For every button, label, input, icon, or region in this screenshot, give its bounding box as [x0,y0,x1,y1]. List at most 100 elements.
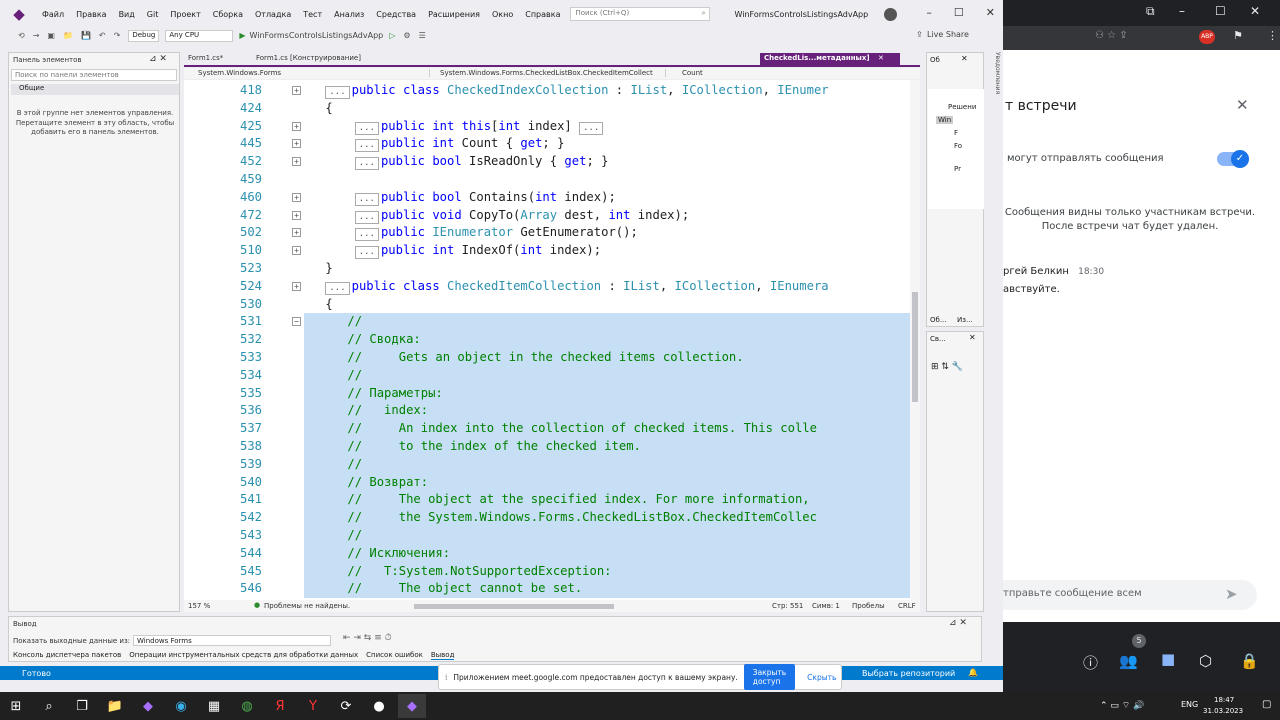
visual-studio-active-icon[interactable]: ◆ [398,694,426,718]
nav-namespace[interactable]: System.Windows.Forms [198,69,430,77]
language-indicator[interactable]: ENG [1181,700,1198,709]
properties-sort-icon[interactable]: ⊞ ⇅ 🔧 [931,362,963,372]
browser-minimize-icon[interactable]: – [1179,4,1185,18]
menu-item-12[interactable]: Справка [519,10,566,19]
toolbox-search-input[interactable]: Поиск по панели элементов [11,69,177,81]
chat-close-icon[interactable]: ✕ [1236,96,1249,114]
tray-icons[interactable]: ⌃ ▭ ⌔ 🔊 [1100,700,1144,711]
toolbox-pin-icon[interactable]: ⊿ ✕ [149,54,167,64]
editor-scroll-thumb[interactable] [912,292,918,402]
taskbar-date[interactable]: 31.03.2023 [1203,707,1243,715]
yandex-browser-icon[interactable]: Y [299,694,327,718]
run-button[interactable]: WinFormsControlsListingsAdvApp [250,31,384,40]
nav-member[interactable]: Count [682,69,703,77]
menu-item-1[interactable]: Правка [70,10,112,19]
tab-checkedlistbox-metadata[interactable]: CheckedLis...метаданных] ✕ [760,53,900,65]
live-share-button[interactable]: Live Share [927,30,969,39]
stop-sharing-button[interactable]: Закрыть доступ [743,664,796,690]
problems-status[interactable]: Проблемы не найдены. [264,602,350,610]
notifications-bell-icon[interactable]: 🔔 [968,668,978,677]
output-toolbar-icons[interactable]: ⇤ ⇥ ⇆ ≡ ⏱ [343,633,392,643]
menu-item-7[interactable]: Тест [297,10,328,19]
browser-menu-icon[interactable]: ⋮ [1267,29,1278,42]
allow-messages-toggle[interactable]: ✓ [1217,150,1249,168]
yandex-icon[interactable]: Я [266,694,294,718]
solution-close-icon[interactable]: ✕ [961,54,968,63]
menu-item-4[interactable]: Проект [164,10,206,19]
output-tab-3[interactable]: Вывод [430,651,455,660]
output-tab-2[interactable]: Список ошибок [366,651,423,660]
notifications-side-tab[interactable]: Уведомления [989,52,1001,612]
tree-node-fo[interactable]: Fo [954,142,962,150]
properties-close-icon[interactable]: ✕ [969,333,976,342]
select-repository-button[interactable]: Выбрать репозиторий [862,669,955,678]
close-icon[interactable]: ✕ [986,6,995,19]
output-tab-1[interactable]: Операции инструментальных средств для об… [129,651,358,660]
toolbar-misc-icon[interactable]: ☰ [419,31,426,40]
participants-icon[interactable]: 👥 [1119,652,1138,670]
spaces-indicator[interactable]: Пробелы [852,602,885,610]
eol-indicator[interactable]: CRLF [898,602,916,610]
menu-item-0[interactable]: Файл [36,10,70,19]
tree-node-f[interactable]: F [954,129,958,137]
undo-icon[interactable]: ↶ [99,31,106,40]
zoom-level[interactable]: 157 % [188,602,210,610]
save-icon[interactable]: 💾 [81,31,91,40]
toolbar-tools-icon[interactable]: ⚙ [403,31,410,40]
toolbox-group-general[interactable]: Общие [11,84,179,95]
notification-center-icon[interactable]: ▢ [1262,699,1271,710]
tab-close-icon[interactable]: ✕ [878,54,884,62]
avatar[interactable] [884,8,897,21]
hide-share-bar-button[interactable]: Скрыть [807,673,836,682]
solution-tab[interactable]: Об [930,56,940,64]
project-node[interactable]: Win [936,116,954,124]
adblock-icon[interactable]: ABP [1199,30,1215,44]
search-input[interactable]: Поиск (Ctrl+Q) ⌕ [570,7,711,21]
tab-search-icon[interactable]: ⧉ [1146,4,1155,19]
forward-icon[interactable]: → [33,31,40,40]
tab-form1-cs[interactable]: Form1.cs* [188,54,223,62]
redo-icon[interactable]: ↷ [114,31,121,40]
back-icon[interactable]: ⟲ [18,31,25,40]
menu-item-8[interactable]: Анализ [328,10,370,19]
start-icon[interactable]: ⊞ [2,694,30,718]
editor-hscroll-thumb[interactable] [414,604,614,609]
browser-maximize-icon[interactable]: ☐ [1215,4,1226,18]
browser-close-icon[interactable]: ✕ [1250,4,1260,18]
taskbar-time[interactable]: 18:47 [1214,696,1234,704]
config-select[interactable]: Debug [128,29,160,42]
menu-item-2[interactable]: Вид [113,10,141,19]
tab-solution-explorer[interactable]: Об... [930,316,947,324]
visual-studio-logo-icon[interactable]: ◆ [8,3,30,25]
output-close-icon[interactable]: ⊿ ✕ [949,618,967,628]
taskbar-search-icon[interactable]: ⌕ [35,694,63,718]
share-drag-icon[interactable]: ⁞ [445,673,447,682]
tab-form1-designer[interactable]: Form1.cs [Конструирование] [256,54,361,62]
chrome-icon[interactable]: ◍ [233,694,261,718]
menu-item-11[interactable]: Окно [486,10,519,19]
task-view-icon[interactable]: ❐ [68,694,96,718]
activities-icon[interactable]: ⬡ [1199,652,1212,670]
store-icon[interactable]: ▦ [200,694,228,718]
file-explorer-icon[interactable]: 📁 [101,694,129,718]
chat-message-input[interactable]: тправьте сообщение всем ➤ [1003,580,1257,610]
solution-node[interactable]: Решени [948,103,976,111]
live-share-icon[interactable]: ⇪ [916,30,923,39]
app-icon[interactable]: ⟳ [332,694,360,718]
menu-item-5[interactable]: Сборка [207,10,249,19]
properties-tab[interactable]: Св... [930,335,946,343]
send-icon[interactable]: ➤ [1225,585,1238,603]
visual-studio-taskbar-icon[interactable]: ◆ [134,694,162,718]
meeting-details-icon[interactable]: ⓘ [1083,652,1098,673]
output-tab-0[interactable]: Консоль диспетчера пакетов [13,651,121,660]
extensions-icon[interactable]: ⚑ [1233,29,1243,42]
menu-item-9[interactable]: Средства [370,10,422,19]
tab-git-changes[interactable]: Из... [957,316,973,324]
menu-item-6[interactable]: Отладка [249,10,297,19]
start-without-debug-icon[interactable]: ▷ [389,31,395,40]
run-icon[interactable]: ▶ [239,31,245,40]
tree-node-pr[interactable]: Pr [954,165,961,173]
nav-type[interactable]: System.Windows.Forms.CheckedListBox.Chec… [440,69,666,77]
github-icon[interactable]: ● [365,694,393,718]
new-project-icon[interactable]: ▣ [47,31,55,40]
